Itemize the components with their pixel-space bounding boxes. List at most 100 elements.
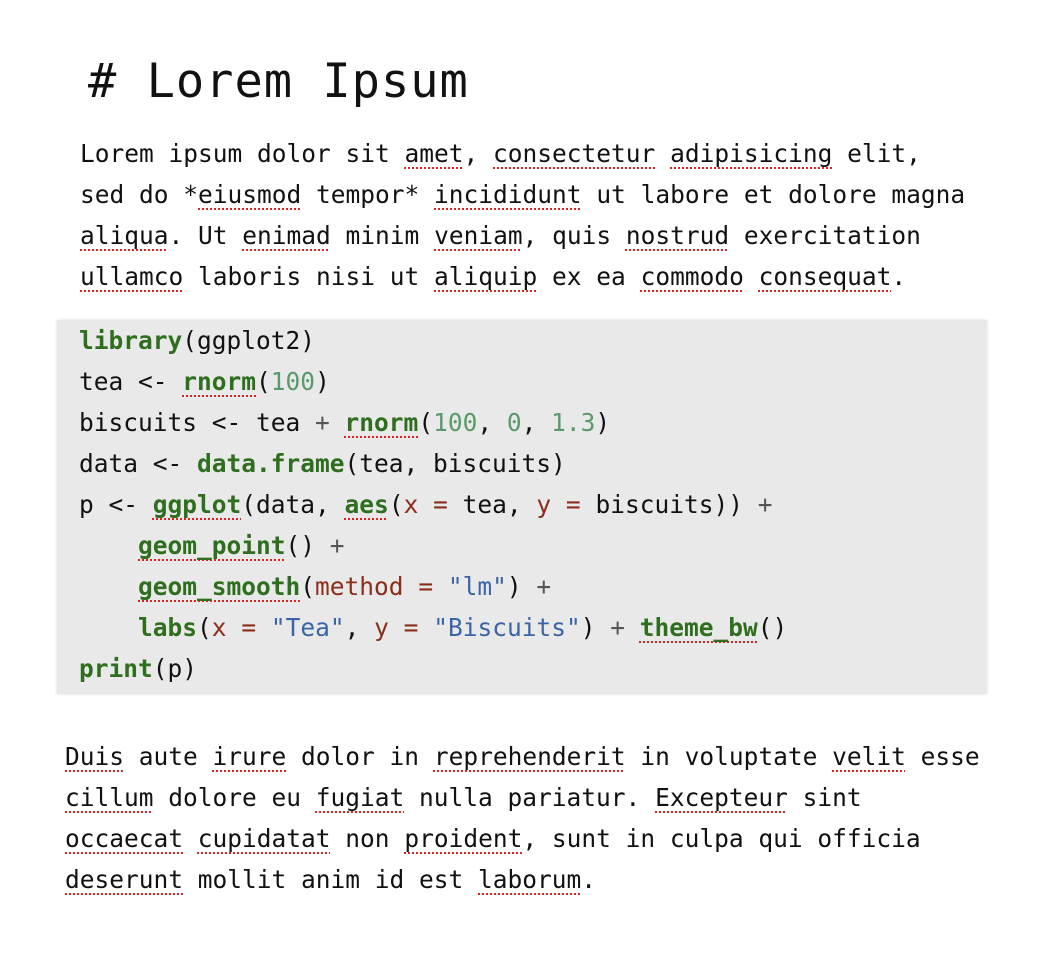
code-line: p <- ggplot(data, aes(x = tea, y = biscu… xyxy=(79,484,787,525)
misspelled-word[interactable]: veniam xyxy=(434,221,523,250)
code-function: theme_bw xyxy=(639,613,758,642)
text-run xyxy=(655,139,670,168)
code-function: geom_point xyxy=(138,531,286,560)
code-argument: x xyxy=(211,613,227,642)
misspelled-word[interactable]: aliquip xyxy=(434,262,537,291)
text-line: cillum dolore eu fugiat nulla pariatur. … xyxy=(65,783,862,812)
code-text: , xyxy=(521,408,552,437)
code-operator: + xyxy=(536,572,552,601)
code-block[interactable]: library(ggplot2) tea <- rnorm(100) biscuit… xyxy=(57,320,987,694)
misspelled-word[interactable]: commodo xyxy=(641,262,744,291)
misspelled-word[interactable]: cillum xyxy=(65,783,154,812)
misspelled-word[interactable]: reprehenderit xyxy=(434,742,626,771)
code-function: labs xyxy=(138,613,198,642)
misspelled-word[interactable]: consectetur xyxy=(493,139,655,168)
text-run xyxy=(183,824,198,853)
text-line: sed do *eiusmod tempor* incididunt ut la… xyxy=(80,180,965,209)
code-text: , xyxy=(344,613,375,642)
misspelled-word[interactable]: consequat xyxy=(759,262,892,291)
code-text: ) xyxy=(506,572,537,601)
misspelled-word[interactable]: amet xyxy=(405,139,464,168)
code-text: (data, xyxy=(241,490,345,519)
misspelled-word[interactable]: proident xyxy=(404,824,522,853)
misspelled-word[interactable]: laborum xyxy=(478,865,581,894)
misspelled-word[interactable]: adipisicing xyxy=(670,139,832,168)
text-run: non xyxy=(330,824,405,853)
code-number: 1.3 xyxy=(551,408,596,437)
code-string: "Biscuits" xyxy=(433,613,581,642)
code-line: data <- data.frame(tea, biscuits) xyxy=(79,443,787,484)
code-text: tea, xyxy=(447,490,537,519)
code-function: rnorm xyxy=(182,367,257,396)
text-run: esse xyxy=(905,742,980,771)
code-number: 0 xyxy=(506,408,522,437)
code-number: 100 xyxy=(433,408,478,437)
misspelled-word[interactable]: Excepteur xyxy=(655,783,788,812)
code-line: biscuits <- tea + rnorm(100, 0, 1.3) xyxy=(79,402,787,443)
code-operator: + xyxy=(757,490,773,519)
text-line: deserunt mollit anim id est laborum. xyxy=(65,865,596,894)
code-line: print(p) xyxy=(79,648,787,689)
text-line: occaecat cupidatat non proident, sunt in… xyxy=(65,824,921,853)
code-text: biscuits)) xyxy=(580,490,758,519)
misspelled-word[interactable]: aliqua xyxy=(80,221,169,250)
misspelled-word[interactable]: eiusmod xyxy=(198,180,301,209)
text-run: , xyxy=(463,139,494,168)
paragraph-intro: Lorem ipsum dolor sit amet, consectetur … xyxy=(80,133,965,297)
paragraph-outro: Duis aute irure dolor in reprehenderit i… xyxy=(65,736,980,900)
text-run: sed do * xyxy=(80,180,199,209)
code-text: data <- xyxy=(79,449,198,478)
misspelled-word[interactable]: velit xyxy=(832,742,906,771)
code-text: ) xyxy=(315,367,330,396)
document-heading: # Lorem Ipsum xyxy=(88,54,469,109)
code-text: ( xyxy=(197,613,212,642)
text-run: . Ut xyxy=(168,221,243,250)
code-function: library xyxy=(79,326,183,355)
text-run: exercitation xyxy=(729,221,921,250)
text-run: . xyxy=(581,865,597,894)
code-argument: x xyxy=(403,490,419,519)
misspelled-word[interactable]: Duis xyxy=(65,742,124,771)
code-text: (ggplot2) xyxy=(182,326,316,355)
misspelled-word[interactable]: occaecat xyxy=(65,824,183,853)
code-text: ) xyxy=(580,613,611,642)
text-run: dolore eu xyxy=(153,783,316,812)
text-run: nulla pariatur. xyxy=(404,783,656,812)
misspelled-word[interactable]: cupidatat xyxy=(198,824,331,853)
text-run: sint xyxy=(787,783,862,812)
misspelled-word[interactable]: deserunt xyxy=(65,865,183,894)
code-text: () xyxy=(757,613,788,642)
misspelled-word[interactable]: ullamco xyxy=(80,262,183,291)
text-line: ullamco laboris nisi ut aliquip ex ea co… xyxy=(80,262,906,291)
code-operator: = xyxy=(241,613,257,642)
misspelled-word[interactable]: nostrud xyxy=(626,221,729,250)
misspelled-word[interactable]: irure xyxy=(213,742,287,771)
code-text: tea <- xyxy=(79,367,183,396)
code-line: tea <- rnorm(100) xyxy=(79,361,787,402)
misspelled-word[interactable]: fugiat xyxy=(316,783,405,812)
text-run: mollit anim id est xyxy=(183,865,479,894)
code-text: p <- xyxy=(79,490,153,519)
code-function: ggplot xyxy=(152,490,242,519)
misspelled-word[interactable]: incididunt xyxy=(434,180,582,209)
code-text: (tea, biscuits) xyxy=(344,449,566,478)
text-run xyxy=(744,262,759,291)
text-run: aute xyxy=(124,742,213,771)
code-operator: = xyxy=(565,490,581,519)
code-function: data.frame xyxy=(197,449,345,478)
code-operator: + xyxy=(329,531,345,560)
misspelled-word[interactable]: enimad xyxy=(242,221,331,250)
text-line: Lorem ipsum dolor sit amet, consectetur … xyxy=(80,139,921,168)
code-operator: = xyxy=(433,490,448,519)
code-argument: y xyxy=(374,613,389,642)
code-argument: y xyxy=(536,490,552,519)
code-text: (p) xyxy=(152,654,198,683)
